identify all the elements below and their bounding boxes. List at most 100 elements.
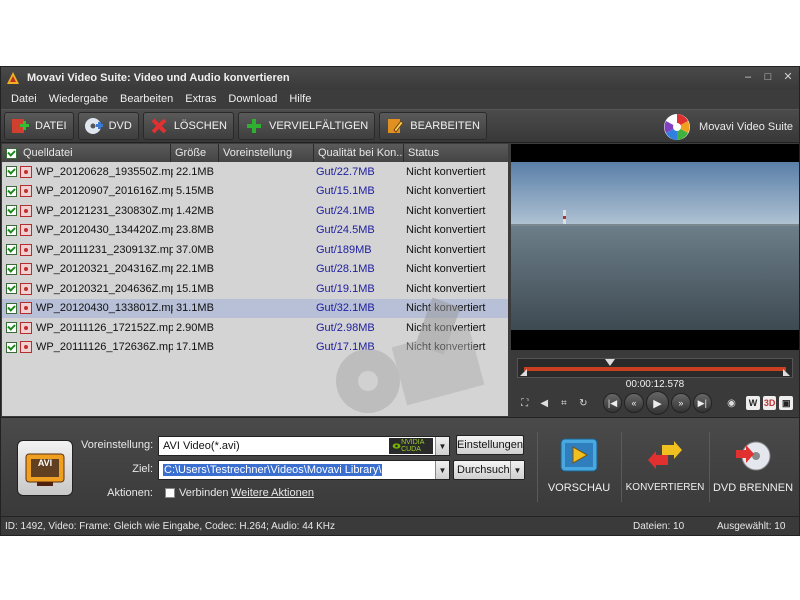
file-size: 37.0MB [176, 243, 214, 256]
format-avi-button[interactable]: AVI [17, 440, 73, 496]
window-controls: – □ ✕ [741, 70, 795, 84]
snapshot-icon[interactable]: ▣ [779, 396, 793, 410]
film-reel-watermark-icon [336, 297, 485, 413]
column-source-file[interactable]: Quelldatei [2, 144, 171, 162]
menu-wiedergabe[interactable]: Wiedergabe [43, 93, 114, 105]
menu-hilfe[interactable]: Hilfe [283, 93, 317, 105]
toolbar: DATEI DVD LÖSCHEN VERVIELFÄLTIGEN BEARBE… [1, 109, 799, 143]
skip-back-button[interactable]: |◀ [602, 393, 623, 413]
add-file-button[interactable]: DATEI [4, 112, 74, 140]
close-button[interactable]: ✕ [781, 70, 795, 84]
duplicate-button[interactable]: VERVIELFÄLTIGEN [238, 112, 376, 140]
dvd-burn-button[interactable]: DVD BRENNEN [711, 426, 795, 510]
divider [621, 432, 622, 502]
rotate-icon[interactable]: ↻ [576, 395, 592, 411]
file-size: 31.1MB [176, 302, 214, 315]
row-checkbox[interactable] [6, 224, 17, 236]
menu-datei[interactable]: Datei [5, 93, 43, 105]
dvd-burn-label: DVD BRENNEN [712, 482, 794, 494]
column-preset[interactable]: Voreinstellung [219, 144, 314, 162]
menu-extras[interactable]: Extras [179, 93, 222, 105]
rewind-button[interactable]: « [624, 393, 644, 413]
chevron-down-icon[interactable]: ▼ [435, 437, 449, 455]
table-row[interactable]: WP_20111231_230913Z.mp4 37.0MB Gut/189MB… [2, 240, 508, 260]
browse-button[interactable]: Durchsuchen ▼ [453, 460, 525, 480]
table-row[interactable]: WP_20120321_204316Z.mp4 22.1MB Gut/28.1M… [2, 260, 508, 280]
minimize-button[interactable]: – [741, 70, 755, 84]
app-window: Movavi Video Suite: Video und Audio konv… [0, 66, 800, 536]
file-list-header: Quelldatei Größe Voreinstellung Qualität… [2, 144, 508, 162]
chevron-down-icon[interactable]: ▼ [435, 461, 449, 479]
select-all-checkbox[interactable] [6, 147, 17, 159]
row-checkbox[interactable] [6, 283, 17, 295]
edit-button[interactable]: BEARBEITEN [379, 112, 487, 140]
file-status: Nicht konvertiert [406, 185, 486, 198]
add-file-icon [9, 115, 31, 137]
file-status: Nicht konvertiert [406, 204, 486, 217]
target-label: Ziel: [132, 463, 153, 475]
file-list[interactable]: Quelldatei Größe Voreinstellung Qualität… [2, 144, 508, 416]
delete-button[interactable]: LÖSCHEN [142, 112, 234, 140]
3d-icon[interactable]: 3D [762, 396, 777, 410]
volume-icon[interactable]: ◀ [537, 395, 553, 411]
timeline-slider[interactable] [517, 358, 793, 378]
column-quality[interactable]: Qualität bei Kon... [314, 144, 404, 162]
maximize-button[interactable]: □ [761, 70, 775, 84]
preview-play-icon [559, 436, 599, 476]
target-path-value: C:\Users\Testrechner\Videos\Movavi Libra… [163, 464, 383, 476]
target-path-input[interactable]: C:\Users\Testrechner\Videos\Movavi Libra… [158, 460, 450, 480]
file-quality[interactable]: Gut/24.5MB [316, 224, 406, 236]
column-size[interactable]: Größe [171, 144, 219, 162]
file-quality[interactable]: Gut/189MB [316, 244, 406, 256]
selected-count: Ausgewählt: 10 [717, 520, 786, 532]
table-row[interactable]: WP_20120430_134420Z.mp4 23.8MB Gut/24.5M… [2, 221, 508, 241]
trim-end-marker[interactable] [783, 369, 790, 376]
row-checkbox[interactable] [6, 341, 17, 353]
file-quality[interactable]: Gut/28.1MB [316, 263, 406, 275]
table-row[interactable]: WP_20120628_193550Z.mp4 22.1MB Gut/22.7M… [2, 162, 508, 182]
file-quality[interactable]: Gut/15.1MB [316, 185, 406, 197]
row-checkbox[interactable] [6, 302, 17, 314]
preset-select[interactable]: AVI Video(*.avi) NVIDIA CUDA ▼ [158, 436, 450, 456]
preview-button[interactable]: VORSCHAU [537, 426, 621, 510]
brand-area[interactable]: Movavi Video Suite [663, 114, 793, 140]
row-checkbox[interactable] [6, 263, 17, 275]
more-actions-link[interactable]: Weitere Aktionen [231, 487, 314, 499]
player-controls: ⛶ ◀ ⌗ ↻ |◀ « ▶ » ▶| ◉ W 3D ▣ [517, 391, 793, 415]
settings-button[interactable]: Einstellungen [456, 435, 524, 455]
row-checkbox[interactable] [6, 185, 17, 197]
fullscreen-icon[interactable]: ⛶ [517, 395, 533, 411]
file-size: 15.1MB [176, 282, 214, 295]
add-dvd-button[interactable]: DVD [77, 112, 139, 140]
file-quality[interactable]: Gut/22.7MB [316, 166, 406, 178]
trim-start-marker[interactable] [520, 369, 527, 376]
merge-checkbox[interactable] [165, 488, 175, 498]
add-dvd-label: DVD [108, 120, 132, 132]
file-name: WP_20120321_204316Z.mp4 [36, 263, 173, 276]
file-quality[interactable]: Gut/24.1MB [316, 205, 406, 217]
table-row[interactable]: WP_20120907_201616Z.mp4 5.15MB Gut/15.1M… [2, 182, 508, 202]
skip-forward-button[interactable]: ▶| [692, 393, 713, 413]
table-row[interactable]: WP_20121231_230830Z.mp4 1.42MB Gut/24.1M… [2, 201, 508, 221]
timeline-progress-bar [524, 367, 786, 371]
merge-label: Verbinden [179, 487, 229, 499]
watermark-icon[interactable]: W [746, 396, 760, 410]
video-frame[interactable] [511, 144, 799, 350]
menu-bearbeiten[interactable]: Bearbeiten [114, 93, 179, 105]
convert-arrows-icon [645, 436, 685, 476]
play-button[interactable]: ▶ [645, 391, 670, 415]
chevron-down-icon[interactable]: ▼ [510, 461, 524, 479]
crop-icon[interactable]: ⌗ [556, 395, 572, 411]
menu-download[interactable]: Download [222, 93, 283, 105]
playhead-handle[interactable] [605, 359, 616, 366]
convert-button[interactable]: KONVERTIEREN [623, 426, 707, 510]
row-checkbox[interactable] [6, 205, 17, 217]
audio-icon[interactable]: ◉ [724, 395, 740, 411]
video-file-icon [20, 224, 32, 237]
row-checkbox[interactable] [6, 322, 17, 334]
fast-forward-button[interactable]: » [671, 393, 691, 413]
row-checkbox[interactable] [6, 166, 17, 178]
video-file-icon [20, 302, 32, 315]
row-checkbox[interactable] [6, 244, 17, 256]
column-status[interactable]: Status [404, 144, 508, 162]
